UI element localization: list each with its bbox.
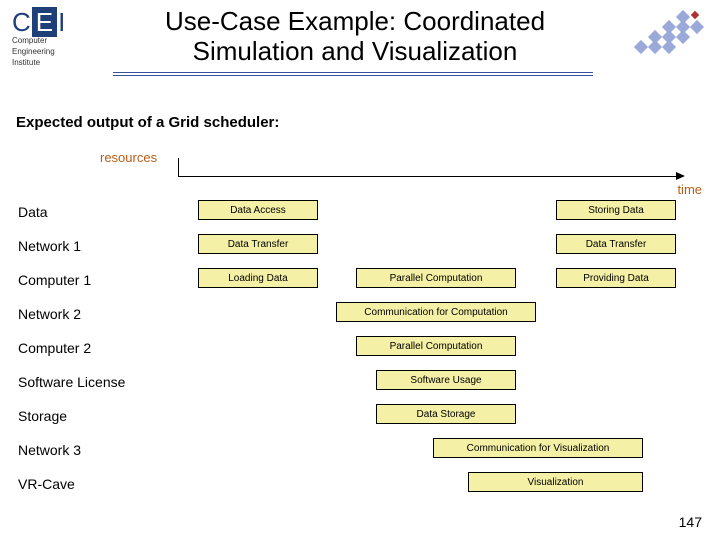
gantt-bar: Visualization	[468, 472, 643, 492]
y-axis-label: resources	[100, 150, 157, 165]
slide-header: CEI Computer Engineering Institute Use-C…	[0, 0, 720, 84]
gantt-bar: Data Transfer	[198, 234, 318, 254]
resource-lane: Parallel Computation	[178, 336, 698, 358]
resource-row: Storage Data Storage	[18, 404, 708, 434]
gantt-bar: Parallel Computation	[356, 268, 516, 288]
resource-label: Network 1	[18, 238, 173, 254]
resource-row: Computer 2 Parallel Computation	[18, 336, 708, 366]
logo-sub2: Engineering	[12, 47, 94, 56]
subtitle: Expected output of a Grid scheduler:	[16, 114, 279, 131]
cei-logo: CEI Computer Engineering Institute	[12, 10, 94, 67]
resource-lane: Communication for Visualization	[178, 438, 698, 460]
resource-lane: Software Usage	[178, 370, 698, 392]
gantt-bar: Loading Data	[198, 268, 318, 288]
gantt-bar: Storing Data	[556, 200, 676, 220]
resource-row: Software License Software Usage	[18, 370, 708, 400]
resource-row: VR-Cave Visualization	[18, 472, 708, 502]
resource-label: Software License	[18, 374, 173, 390]
title-line1: Use-Case Example: Coordinated	[165, 6, 545, 36]
page-number: 147	[679, 514, 702, 530]
gantt-bar: Parallel Computation	[356, 336, 516, 356]
x-axis-label: time	[677, 182, 702, 197]
title-line2: Simulation and Visualization	[193, 36, 518, 66]
resource-row: Network 2 Communication for Computation	[18, 302, 708, 332]
resource-lane: Visualization	[178, 472, 698, 494]
resource-lane: Data Access Storing Data	[178, 200, 698, 222]
resource-label: Computer 2	[18, 340, 173, 356]
gantt-rows: Data Data Access Storing Data Network 1 Data…	[18, 200, 708, 506]
resource-label: VR-Cave	[18, 476, 173, 492]
resource-label: Storage	[18, 408, 173, 424]
gantt-bar: Data Storage	[376, 404, 516, 424]
resource-row: Network 3 Communication for Visualization	[18, 438, 708, 468]
gantt-bar: Communication for Visualization	[433, 438, 643, 458]
resource-lane: Loading Data Parallel Computation Providin…	[178, 268, 698, 290]
x-axis-arrow-icon	[676, 172, 685, 180]
diamond-decoration-icon	[606, 8, 706, 68]
logo-sub1: Computer	[12, 36, 94, 45]
y-axis-line	[178, 158, 179, 176]
resource-lane: Communication for Computation	[178, 302, 698, 324]
gantt-bar: Communication for Computation	[336, 302, 536, 322]
resource-row: Computer 1 Loading Data Parallel Computati…	[18, 268, 708, 298]
gantt-bar: Data Access	[198, 200, 318, 220]
gantt-bar: Providing Data	[556, 268, 676, 288]
resource-row: Network 1 Data Transfer Data Transfer	[18, 234, 708, 264]
logo-letters: CEI	[12, 10, 94, 34]
resource-lane: Data Transfer Data Transfer	[178, 234, 698, 256]
logo-sub3: Institute	[12, 58, 94, 67]
resource-label: Data	[18, 204, 173, 220]
x-axis-line	[178, 176, 678, 177]
gantt-bar: Software Usage	[376, 370, 516, 390]
slide-title: Use-Case Example: Coordinated Simulation…	[115, 6, 595, 66]
resource-label: Network 2	[18, 306, 173, 322]
resource-label: Computer 1	[18, 272, 173, 288]
resource-lane: Data Storage	[178, 404, 698, 426]
gantt-bar: Data Transfer	[556, 234, 676, 254]
chart-axes	[178, 158, 698, 178]
resource-row: Data Data Access Storing Data	[18, 200, 708, 230]
title-underline	[113, 72, 593, 76]
resource-label: Network 3	[18, 442, 173, 458]
